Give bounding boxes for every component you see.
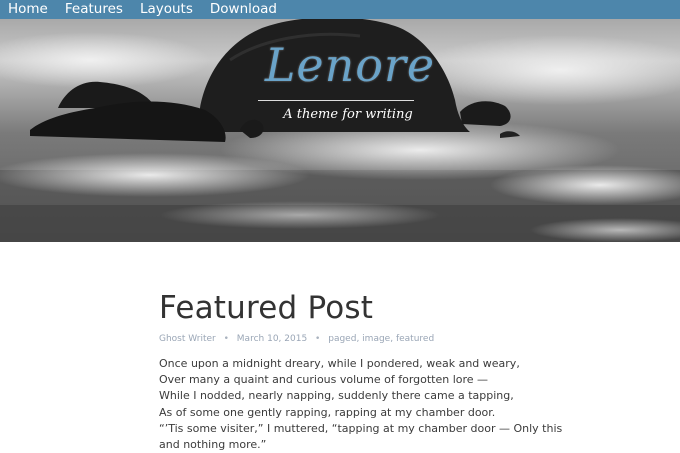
post-article: Featured Post Ghost Writer • March 10, 2… [159,290,563,453]
hero-banner: Lenore A theme for writing [0,0,680,242]
nav-download-link[interactable]: Download [210,0,277,19]
post-body: Once upon a midnight dreary, while I pon… [159,356,563,453]
site-tagline: A theme for writing [283,107,413,122]
post-body-line: and nothing more.” [159,438,267,452]
post-body-line: Once upon a midnight dreary, while I pon… [159,357,520,370]
tag-link-featured[interactable]: featured [396,334,434,344]
nav-home-link[interactable]: Home [8,0,48,19]
site-logo-title: Lenore [264,38,436,92]
top-navigation: Home Features Layouts Download [0,0,680,19]
tag-link-image[interactable]: image [362,334,390,344]
post-date-link[interactable]: March 10, 2015 [237,334,307,344]
post-meta: Ghost Writer • March 10, 2015 • paged, i… [159,334,539,344]
post-body-line: “’Tis some visiter,” I muttered, “tappin… [159,421,563,435]
post-body-line: As of some one gently rapping, rapping a… [159,405,496,419]
nav-features-link[interactable]: Features [65,0,123,19]
post-body-line: Over many a quaint and curious volume of… [159,373,489,387]
meta-separator: • [315,334,321,344]
post-body-line: While I nodded, nearly napping, suddenly… [159,389,514,403]
nav-layouts-link[interactable]: Layouts [140,0,193,19]
post-title[interactable]: Featured Post [159,290,539,326]
post-author-link[interactable]: Ghost Writer [159,334,216,344]
title-divider [258,100,414,101]
meta-separator: • [223,334,229,344]
tag-link-paged[interactable]: paged [328,334,356,344]
